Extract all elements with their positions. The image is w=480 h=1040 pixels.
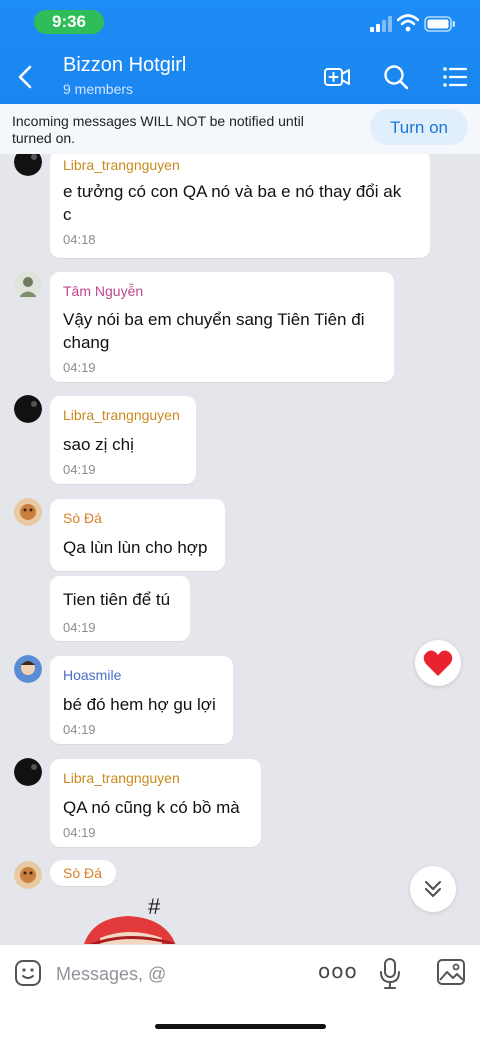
status-time: 9:36 bbox=[34, 10, 104, 34]
heart-icon bbox=[423, 650, 453, 676]
banner-text: Incoming messages WILL NOT be notified u… bbox=[12, 113, 304, 146]
message-input[interactable] bbox=[54, 960, 298, 988]
wifi-icon bbox=[397, 14, 419, 32]
message-line: c bbox=[63, 205, 72, 224]
message-time: 04:19 bbox=[63, 620, 96, 635]
avatar[interactable] bbox=[14, 861, 42, 889]
turn-on-button[interactable]: Turn on bbox=[370, 109, 468, 145]
emoji-icon[interactable] bbox=[14, 959, 42, 987]
avatar[interactable] bbox=[14, 395, 42, 423]
avatar[interactable] bbox=[14, 498, 42, 526]
message-line: Vậy nói ba em chuyển sang Tiên Tiên đi bbox=[63, 310, 365, 329]
sender-name: Libra_trangnguyen bbox=[63, 157, 180, 173]
message-time: 04:18 bbox=[63, 232, 96, 247]
message-bubble[interactable]: Libra_trangnguyen e tưởng có con QA nó v… bbox=[50, 154, 430, 258]
more-options-icon[interactable]: ooo bbox=[318, 959, 358, 983]
message-text: bé đó hem hợ gu lợi bbox=[63, 695, 216, 714]
message-bubble[interactable]: Tien tiên để tú 04:19 bbox=[50, 576, 190, 641]
message-bubble[interactable]: Sò Đá Qa lùn lùn cho hợp bbox=[50, 499, 225, 571]
search-icon[interactable] bbox=[382, 63, 410, 91]
chat-messages[interactable]: Libra_trangnguyen e tưởng có con QA nó v… bbox=[0, 154, 480, 944]
menu-list-icon[interactable] bbox=[441, 63, 469, 91]
message-bubble[interactable]: Libra_trangnguyen QA nó cũng k có bồ mà … bbox=[50, 759, 261, 847]
signal-icon bbox=[370, 16, 392, 32]
sender-name: Libra_trangnguyen bbox=[63, 407, 180, 423]
reaction-button[interactable] bbox=[415, 640, 461, 686]
sender-name: Sò Đá bbox=[63, 865, 102, 881]
battery-icon bbox=[424, 16, 455, 32]
message-bubble[interactable]: Libra_trangnguyen sao zị chị 04:19 bbox=[50, 396, 196, 484]
message-time: 04:19 bbox=[63, 722, 96, 737]
sticker-image[interactable] bbox=[78, 912, 183, 944]
message-text: QA nó cũng k có bồ mà bbox=[63, 798, 240, 817]
message-line: e tưởng có con QA nó và ba e nó thay đổi… bbox=[63, 182, 402, 201]
avatar[interactable] bbox=[14, 758, 42, 786]
member-count: 9 members bbox=[63, 81, 134, 97]
message-text: sao zị chị bbox=[63, 435, 134, 454]
sender-name: Tâm Nguyễn bbox=[63, 283, 144, 299]
message-text: Vậy nói ba em chuyển sang Tiên Tiên đi c… bbox=[63, 308, 364, 354]
group-title[interactable]: Bizzon Hotgirl bbox=[63, 54, 186, 77]
message-time: 04:19 bbox=[63, 825, 96, 840]
double-chevron-down-icon bbox=[425, 881, 441, 897]
scroll-down-button[interactable] bbox=[410, 866, 456, 912]
microphone-icon[interactable] bbox=[376, 957, 404, 991]
back-arrow-icon[interactable] bbox=[14, 64, 38, 90]
sender-name: Hoasmile bbox=[63, 667, 122, 683]
message-time: 04:19 bbox=[63, 360, 96, 375]
message-text: Qa lùn lùn cho hợp bbox=[63, 538, 208, 557]
message-text: Tien tiên để tú bbox=[63, 590, 171, 609]
video-call-icon[interactable] bbox=[323, 63, 351, 91]
chat-header: 9:36 Bizzon Hotgirl 9 members bbox=[0, 0, 480, 104]
message-line: chang bbox=[63, 333, 110, 352]
message-bubble[interactable]: Hoasmile bé đó hem hợ gu lợi 04:19 bbox=[50, 656, 233, 744]
image-icon[interactable] bbox=[436, 958, 466, 986]
message-text: e tưởng có con QA nó và ba e nó thay đổi… bbox=[63, 180, 401, 226]
avatar[interactable] bbox=[14, 154, 42, 176]
message-bubble[interactable]: Tâm Nguyễn Vậy nói ba em chuyển sang Tiê… bbox=[50, 272, 394, 382]
home-indicator bbox=[155, 1024, 326, 1029]
avatar[interactable] bbox=[14, 271, 42, 299]
sender-name: Libra_trangnguyen bbox=[63, 770, 180, 786]
message-time: 04:19 bbox=[63, 462, 96, 477]
avatar[interactable] bbox=[14, 655, 42, 683]
sender-name: Sò Đá bbox=[63, 510, 102, 526]
sender-tag: Sò Đá bbox=[50, 860, 116, 886]
